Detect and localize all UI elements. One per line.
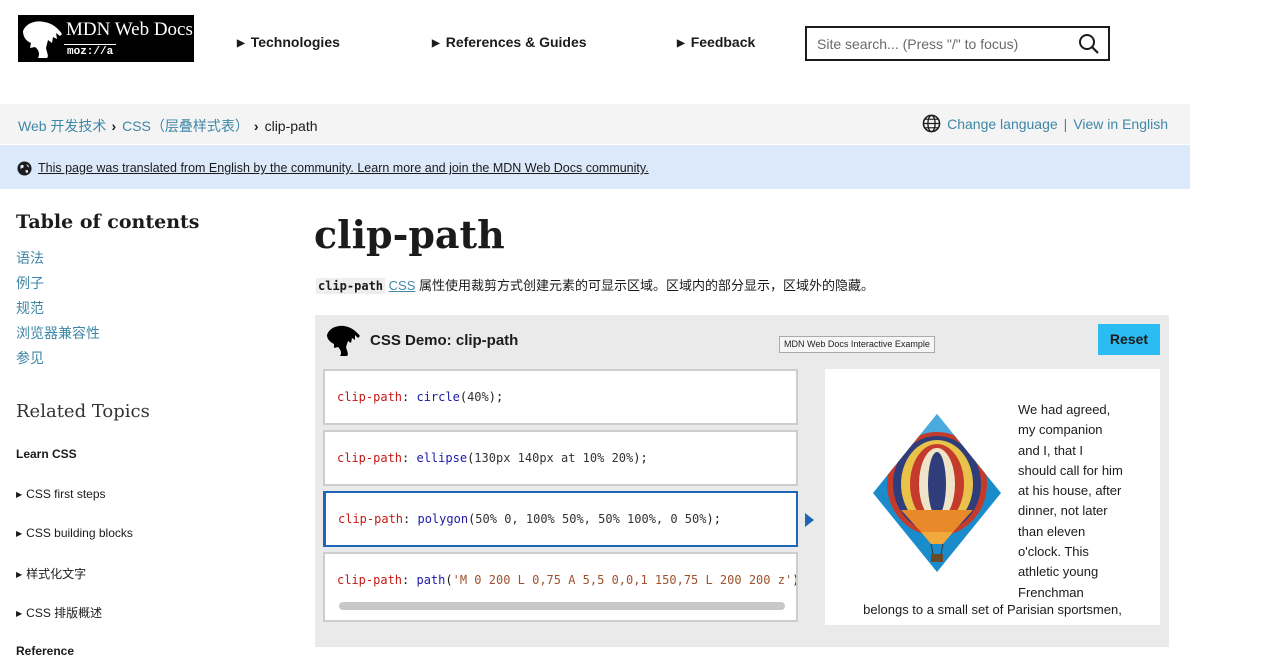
globe-icon [922, 114, 941, 133]
related-item[interactable]: ▶ CSS first steps [16, 487, 106, 501]
logo-title: MDN Web Docs [66, 19, 193, 40]
choice-code: clip-path: path('M 0 200 L 0,75 A 5,5 0,… [337, 573, 796, 587]
expand-triangle-icon: ▶ [16, 609, 23, 618]
nav-references-label: References & Guides [445, 34, 587, 50]
site-header: MDN Web Docs moz://a ▶ Technologies ▶ Refe… [0, 0, 1190, 88]
breadcrumb-bar: Web 开发技术 › CSS（层叠样式表） › clip-path Change lan… [0, 104, 1190, 144]
expand-triangle-icon: ▶ [16, 490, 23, 499]
expand-triangle-icon: ▶ [432, 38, 440, 49]
related-item-label: 样式化文字 [26, 567, 87, 581]
choice-code: clip-path: polygon(50% 0, 100% 50%, 50% … [338, 512, 721, 526]
toc-item[interactable]: 规范 [16, 298, 44, 318]
chevron-right-icon: › [253, 118, 259, 134]
related-item[interactable]: ▶ 样式化文字 [16, 565, 86, 582]
mdn-dinosaur-icon [327, 325, 360, 356]
language-separator: | [1063, 115, 1068, 132]
language-links: Change language | View in English [922, 114, 1168, 133]
expand-triangle-icon: ▶ [677, 38, 685, 49]
chevron-right-icon: › [111, 118, 117, 134]
expand-triangle-icon: ▶ [237, 38, 245, 49]
mozilla-wordmark: moz://a [64, 44, 117, 60]
toc-item[interactable]: 例子 [16, 273, 44, 293]
toc-item[interactable]: 浏览器兼容性 [16, 323, 100, 343]
example-choice[interactable]: clip-path: circle(40%); [323, 369, 798, 425]
css-link[interactable]: CSS [389, 278, 416, 293]
nav-references-guides[interactable]: ▶ References & Guides [432, 34, 587, 50]
site-search [805, 26, 1110, 61]
selected-arrow-icon [805, 513, 814, 527]
intro-code: clip-path [316, 278, 386, 294]
related-item-label: CSS first steps [26, 487, 106, 501]
learn-css-heading: Learn CSS [16, 447, 77, 461]
toc-item[interactable]: 语法 [16, 248, 44, 268]
example-choice[interactable]: clip-path: ellipse(130px 140px at 10% 20… [323, 430, 798, 486]
output-text: We had agreed, my companion and I, that … [1018, 402, 1123, 600]
choice-code: clip-path: circle(40%); [337, 390, 504, 404]
breadcrumb-css[interactable]: CSS（层叠样式表） [122, 118, 249, 134]
search-icon[interactable] [1078, 33, 1100, 55]
breadcrumb-web[interactable]: Web 开发技术 [18, 118, 106, 134]
nav-technologies-label: Technologies [250, 34, 340, 50]
expand-triangle-icon: ▶ [16, 529, 23, 538]
related-item[interactable]: ▶ CSS 排版概述 [16, 604, 102, 621]
change-language-link[interactable]: Change language [947, 116, 1058, 132]
mdn-dinosaur-icon [23, 21, 62, 58]
demo-tooltip: MDN Web Docs Interactive Example [779, 336, 935, 353]
example-choice[interactable]: clip-path: path('M 0 200 L 0,75 A 5,5 0,… [323, 552, 798, 622]
reference-heading: Reference [16, 644, 75, 657]
toc-title: Table of contents [16, 211, 200, 233]
demo-title: CSS Demo: clip-path [370, 332, 519, 349]
mdn-logo[interactable]: MDN Web Docs moz://a [18, 15, 194, 62]
breadcrumb: Web 开发技术 › CSS（层叠样式表） › clip-path [18, 116, 318, 136]
horizontal-scrollbar[interactable] [339, 602, 785, 610]
reset-button[interactable]: Reset [1098, 324, 1160, 355]
choice-code: clip-path: ellipse(130px 140px at 10% 20… [337, 451, 648, 465]
breadcrumb-current: clip-path [264, 118, 318, 134]
search-input[interactable] [807, 28, 1072, 59]
related-topics-title: Related Topics [16, 401, 150, 422]
nav-technologies[interactable]: ▶ Technologies [237, 34, 340, 50]
related-item-label: CSS 排版概述 [26, 606, 103, 620]
interactive-demo: CSS Demo: clip-path MDN Web Docs Interac… [315, 315, 1169, 647]
expand-triangle-icon: ▶ [16, 570, 23, 579]
translation-notice-link[interactable]: This page was translated from English by… [38, 161, 649, 175]
toc-item[interactable]: 参见 [16, 348, 44, 368]
demo-output: We had agreed, my companion and I, that … [825, 369, 1160, 625]
nav-feedback[interactable]: ▶ Feedback [677, 34, 755, 50]
intro-text: 属性使用裁剪方式创建元素的可显示区域。区域内的部分显示，区域外的隐藏。 [415, 278, 875, 293]
page-title: clip-path [314, 212, 505, 257]
intro-paragraph: clip-path CSS 属性使用裁剪方式创建元素的可显示区域。区域内的部分显… [316, 275, 874, 294]
globe-badge-icon [17, 161, 32, 176]
example-choice-selected[interactable]: clip-path: polygon(50% 0, 100% 50%, 50% … [323, 491, 798, 547]
hot-air-balloon-image [873, 414, 1001, 572]
output-text-last-line: belongs to a small set of Parisian sport… [863, 602, 1122, 617]
related-item-label: CSS building blocks [26, 526, 133, 540]
nav-feedback-label: Feedback [690, 34, 756, 50]
view-in-english-link[interactable]: View in English [1073, 116, 1168, 132]
translation-notice: This page was translated from English by… [0, 145, 1190, 189]
related-item[interactable]: ▶ CSS building blocks [16, 526, 133, 540]
